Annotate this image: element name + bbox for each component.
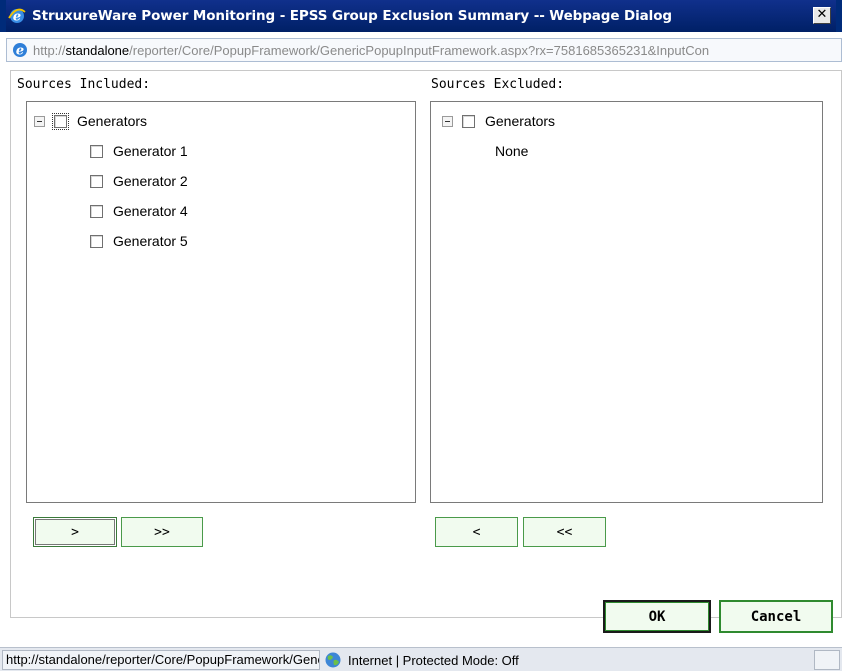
none-label: None bbox=[495, 143, 529, 159]
zone-text: Internet | Protected Mode: Off bbox=[348, 652, 519, 668]
tree-item[interactable]: Generator 1 bbox=[90, 140, 188, 162]
sources-included-label: Sources Included: bbox=[17, 77, 151, 92]
tree-item[interactable]: Generator 4 bbox=[90, 200, 188, 222]
item-label: Generator 4 bbox=[113, 203, 188, 219]
dialog-content: Sources Included: Generators Generator 1… bbox=[10, 70, 842, 633]
status-bar: http://standalone/reporter/Core/PopupFra… bbox=[0, 647, 842, 671]
status-panel bbox=[814, 650, 840, 670]
move-selected-left-button[interactable]: < bbox=[435, 517, 518, 547]
tree-group-generators[interactable]: Generators bbox=[442, 110, 555, 132]
group-checkbox[interactable] bbox=[462, 114, 475, 128]
group-label: Generators bbox=[485, 113, 556, 129]
item-checkbox[interactable] bbox=[90, 204, 103, 218]
item-checkbox[interactable] bbox=[90, 174, 103, 188]
item-label: Generator 1 bbox=[113, 143, 188, 159]
security-zone[interactable]: Internet | Protected Mode: Off bbox=[322, 650, 808, 670]
group-checkbox[interactable] bbox=[52, 112, 69, 130]
tree-item[interactable]: Generator 5 bbox=[90, 230, 188, 252]
tree-item[interactable]: Generator 2 bbox=[90, 170, 188, 192]
move-all-right-button[interactable]: >> bbox=[121, 517, 203, 547]
ok-button[interactable]: OK bbox=[603, 600, 711, 633]
status-url: http://standalone/reporter/Core/PopupFra… bbox=[2, 650, 320, 670]
tree-group-generators[interactable]: Generators bbox=[34, 110, 147, 132]
cancel-button[interactable]: Cancel bbox=[719, 600, 833, 633]
address-url: http://standalone/reporter/Core/PopupFra… bbox=[33, 42, 710, 58]
move-all-left-button[interactable]: << bbox=[523, 517, 606, 547]
empty-placeholder: None bbox=[495, 140, 528, 162]
close-icon: ✕ bbox=[816, 7, 828, 22]
item-label: Generator 2 bbox=[113, 173, 188, 189]
close-button[interactable]: ✕ bbox=[813, 7, 831, 24]
ie-icon: e bbox=[8, 7, 26, 25]
item-checkbox[interactable] bbox=[90, 234, 103, 248]
collapse-icon[interactable] bbox=[442, 115, 453, 127]
title-bar[interactable]: e StruxureWare Power Monitoring - EPSS G… bbox=[0, 0, 842, 32]
item-label: Generator 5 bbox=[113, 233, 188, 249]
ie-page-icon: e bbox=[13, 43, 27, 59]
sources-excluded-label: Sources Excluded: bbox=[431, 77, 565, 92]
move-selected-right-button[interactable]: > bbox=[33, 517, 117, 547]
collapse-icon[interactable] bbox=[34, 115, 45, 127]
sources-excluded-tree[interactable]: Generators None bbox=[430, 101, 823, 503]
item-checkbox[interactable] bbox=[90, 144, 103, 158]
sources-included-tree[interactable]: Generators Generator 1 Generator 2 Gener… bbox=[26, 101, 416, 503]
globe-icon bbox=[325, 652, 341, 668]
group-label: Generators bbox=[77, 113, 148, 129]
address-bar: e http://standalone/reporter/Core/PopupF… bbox=[6, 38, 842, 62]
svg-text:e: e bbox=[16, 44, 24, 59]
window-title: StruxureWare Power Monitoring - EPSS Gro… bbox=[32, 8, 672, 24]
